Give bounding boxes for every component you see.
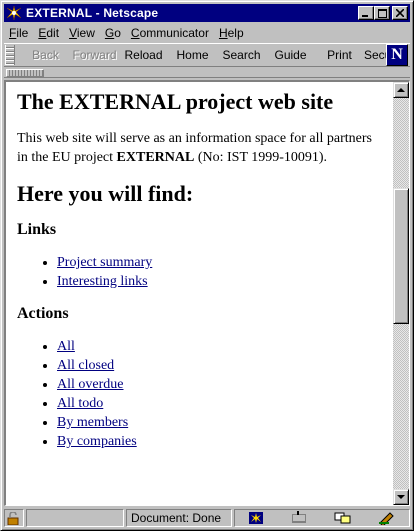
link-all-todo[interactable]: All todo xyxy=(57,396,103,411)
menu-communicator[interactable]: Communicator xyxy=(126,26,214,40)
netscape-logo-icon[interactable]: N xyxy=(386,44,408,66)
list-item: All xyxy=(57,337,381,356)
expand-toolbar-tab[interactable] xyxy=(6,69,44,77)
menu-bar: File Edit View Go Communicator Help xyxy=(4,23,410,42)
menu-file[interactable]: File xyxy=(4,26,33,40)
links-list: Project summary Interesting links xyxy=(17,253,381,291)
list-item: Project summary xyxy=(57,253,381,272)
link-project-summary[interactable]: Project summary xyxy=(57,255,152,270)
scroll-down-button[interactable] xyxy=(393,489,409,505)
menu-help-hotkey: H xyxy=(218,25,228,40)
list-item: All todo xyxy=(57,394,381,413)
menu-go[interactable]: Go xyxy=(100,26,126,40)
intro-text-end: (No: IST 1999-10091). xyxy=(194,150,328,165)
status-bar: Document: Done xyxy=(4,508,410,528)
find-heading: Here you will find: xyxy=(17,181,194,206)
title-bar[interactable]: EXTERNAL - Netscape xyxy=(4,4,410,22)
window-title: EXTERNAL - Netscape xyxy=(26,6,159,20)
list-item: All overdue xyxy=(57,375,381,394)
intro-paragraph: This web site will serve as an informati… xyxy=(17,129,381,167)
scroll-up-button[interactable] xyxy=(393,82,409,98)
links-heading: Links xyxy=(17,221,57,238)
netscape-app-icon[interactable] xyxy=(6,5,22,21)
link-all-closed[interactable]: All closed xyxy=(57,358,114,373)
list-item: By members xyxy=(57,413,381,432)
menu-view-label: iew xyxy=(76,25,95,40)
link-interesting-links[interactable]: Interesting links xyxy=(57,274,148,289)
link-by-companies[interactable]: By companies xyxy=(57,434,137,449)
list-item: All closed xyxy=(57,356,381,375)
link-all-overdue[interactable]: All overdue xyxy=(57,377,123,392)
guide-button[interactable]: Guide xyxy=(266,48,315,62)
page-content: The EXTERNAL project web site This web s… xyxy=(6,82,391,505)
link-all[interactable]: All xyxy=(57,339,75,354)
content-frame: The EXTERNAL project web site This web s… xyxy=(4,80,410,506)
menu-communicator-hotkey: C xyxy=(130,25,140,40)
menu-file-label: ile xyxy=(16,25,29,40)
menu-view-hotkey: V xyxy=(69,25,77,40)
minimize-icon xyxy=(362,15,368,17)
component-tray xyxy=(234,509,410,527)
home-button[interactable]: Home xyxy=(168,48,217,62)
back-button[interactable]: Back xyxy=(21,48,70,62)
list-item: Interesting links xyxy=(57,272,381,291)
menu-edit[interactable]: Edit xyxy=(33,26,64,40)
status-text: Document: Done xyxy=(126,509,232,527)
menu-go-label: o xyxy=(114,25,121,40)
reload-button[interactable]: Reload xyxy=(119,48,168,62)
forward-button[interactable]: Forward xyxy=(70,48,119,62)
print-button[interactable]: Print xyxy=(315,48,364,62)
browser-window: EXTERNAL - Netscape File Edit View Go Co… xyxy=(0,0,414,531)
navigation-toolbar: Back Forward Reload Home Search Guide Pr… xyxy=(4,43,410,67)
menu-communicator-label: ommunicator xyxy=(139,25,209,40)
actions-list: All All closed All overdue All todo By m… xyxy=(17,337,381,451)
minimize-button[interactable] xyxy=(358,6,374,20)
scrollbar-thumb[interactable] xyxy=(393,188,409,324)
composer-icon[interactable] xyxy=(378,511,396,525)
security-indicator[interactable] xyxy=(4,509,24,527)
progress-bar xyxy=(26,509,124,527)
menu-view[interactable]: View xyxy=(64,26,100,40)
toolbar-grip[interactable] xyxy=(5,45,15,65)
maximize-icon xyxy=(377,8,387,18)
vertical-scrollbar[interactable] xyxy=(393,82,409,505)
link-by-members[interactable]: By members xyxy=(57,415,128,430)
arrow-up-icon xyxy=(397,87,405,92)
collapsed-location-bar xyxy=(4,68,410,78)
actions-heading: Actions xyxy=(17,305,69,322)
close-icon xyxy=(396,9,404,17)
navigator-icon[interactable] xyxy=(248,511,264,525)
arrow-down-icon xyxy=(397,494,405,499)
maximize-button[interactable] xyxy=(374,6,390,20)
menu-help[interactable]: Help xyxy=(214,26,249,40)
search-button[interactable]: Search xyxy=(217,48,266,62)
page-title: The EXTERNAL project web site xyxy=(17,89,334,114)
mailbox-icon[interactable] xyxy=(290,511,308,525)
discussion-groups-icon[interactable] xyxy=(334,511,352,525)
close-button[interactable] xyxy=(392,6,408,20)
menu-edit-label: dit xyxy=(46,25,60,40)
broken-lock-icon xyxy=(7,511,19,525)
list-item: By companies xyxy=(57,432,381,451)
menu-help-label: elp xyxy=(227,25,244,40)
menu-go-hotkey: G xyxy=(104,25,115,40)
project-name: EXTERNAL xyxy=(116,150,195,165)
